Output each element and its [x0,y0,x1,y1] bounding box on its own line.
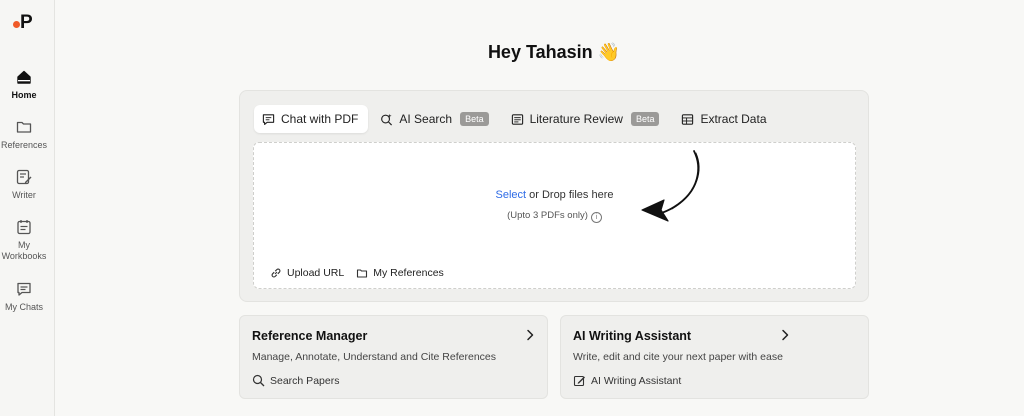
tab-label: Extract Data [700,112,767,126]
select-files-link[interactable]: Select [495,189,526,201]
list-icon [511,113,523,125]
dropzone-text: Select or Drop files here [254,189,855,201]
logo[interactable]: P [13,12,37,34]
clipboard-icon [17,220,31,235]
chat-icon [17,282,31,296]
ai-writing-assistant-card[interactable]: AI Writing Assistant Write, edit and cit… [560,315,869,399]
drop-files-text: or Drop files here [526,189,614,201]
search-sparkle-icon [381,113,393,125]
ai-writing-assistant-label: AI Writing Assistant [591,374,682,387]
sidebar-item-label: My Chats [4,302,43,312]
folder-icon [357,269,368,278]
upload-panel: Chat with PDF AI Search Beta Literature … [239,90,869,302]
logo-letter: P [20,12,33,33]
file-dropzone[interactable]: Select or Drop files here (Upto 3 PDFs o… [253,142,856,289]
ai-writing-assistant-link[interactable]: AI Writing Assistant [573,374,681,387]
search-papers-link[interactable]: Search Papers [252,374,339,387]
my-references-button[interactable]: My References [356,267,444,279]
edit-icon [573,375,585,387]
pen-note-icon [16,169,32,185]
card-description: Write, edit and cite your next paper wit… [573,351,783,363]
page-title: Hey Tahasin 👋 [487,42,621,62]
info-icon[interactable]: i [590,212,602,223]
tab-label: AI Search [399,112,453,126]
sidebar-item-references[interactable]: References [0,118,48,151]
upload-url-button[interactable]: Upload URL [270,267,344,279]
sidebar-item-label: Home [11,90,37,100]
folder-icon [16,121,32,133]
tab-ai-search[interactable]: AI Search Beta [372,105,498,133]
table-icon [682,113,694,125]
tab-bar: Chat with PDF AI Search Beta Literature … [254,105,781,133]
tab-chat-with-pdf[interactable]: Chat with PDF [254,105,369,133]
home-icon [17,70,31,84]
limit-text: (Upto 3 PDFs only) [507,210,588,221]
beta-badge: Beta [460,112,489,126]
sidebar: P Home References Writer My Workbooks My… [0,0,55,416]
sidebar-item-home[interactable]: Home [0,68,48,101]
upload-url-label: Upload URL [287,267,345,279]
tab-extract-data[interactable]: Extract Data [673,105,776,133]
chevron-right-icon[interactable] [779,328,791,342]
logo-dot [13,21,20,28]
tab-label: Literature Review [529,112,623,126]
card-title: AI Writing Assistant [573,329,692,343]
sidebar-item-my-workbooks[interactable]: My Workbooks [0,218,48,262]
tab-label: Chat with PDF [281,112,359,126]
reference-manager-card[interactable]: Reference Manager Manage, Annotate, Unde… [239,315,548,399]
link-icon [271,268,281,278]
sidebar-item-my-chats[interactable]: My Chats [0,280,48,313]
dropzone-limit: (Upto 3 PDFs only) i [254,210,855,223]
tab-literature-review[interactable]: Literature Review Beta [503,105,670,133]
search-papers-label: Search Papers [270,374,340,387]
chevron-right-icon[interactable] [524,328,536,342]
search-icon [252,374,265,387]
sidebar-item-writer[interactable]: Writer [0,168,48,201]
beta-badge: Beta [630,112,660,126]
sidebar-item-label: References [0,140,48,150]
sidebar-item-label: Writer [12,190,36,200]
card-description: Manage, Annotate, Understand and Cite Re… [252,351,496,363]
my-references-label: My References [373,267,444,279]
sidebar-item-label: My Workbooks [1,240,47,261]
card-title: Reference Manager [252,329,368,343]
dropzone-actions: Upload URL My References [270,267,456,279]
chat-icon [262,113,275,125]
